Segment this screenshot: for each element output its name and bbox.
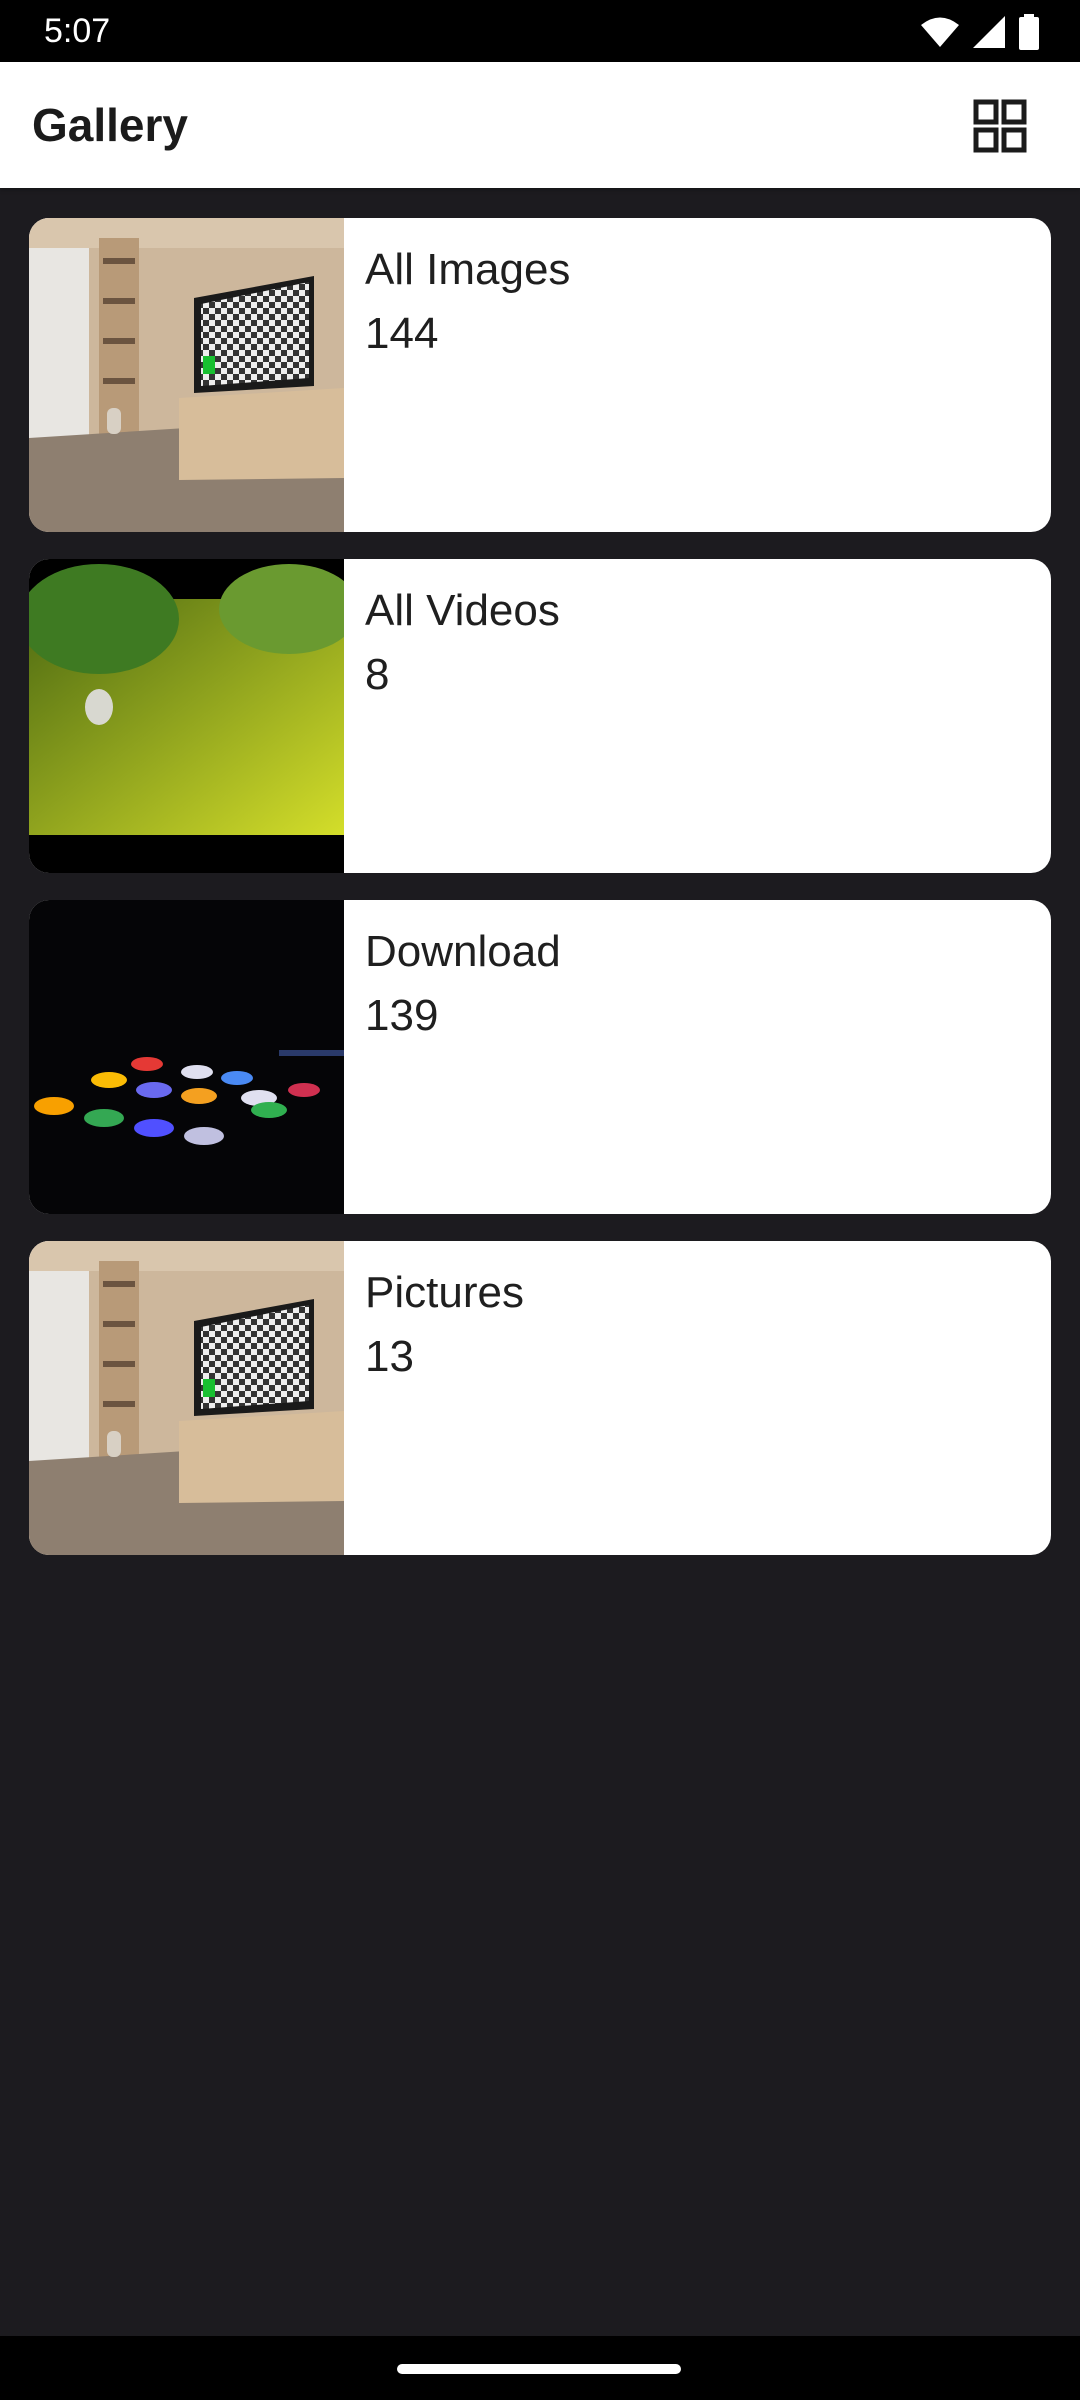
album-card-all-videos[interactable]: All Videos 8 (29, 559, 1051, 873)
status-time: 5:07 (44, 12, 111, 50)
grid-view-icon (973, 99, 1027, 153)
grid-view-button[interactable] (972, 98, 1028, 154)
album-card-pictures[interactable]: Pictures 13 (29, 1241, 1051, 1555)
wifi-icon (920, 16, 960, 53)
album-thumbnail (29, 1241, 344, 1555)
status-bar: 5:07 (0, 0, 1080, 62)
system-nav-bar (0, 2336, 1080, 2400)
album-count: 139 (365, 991, 439, 1040)
album-count: 8 (365, 650, 390, 699)
album-thumbnail (29, 900, 344, 1214)
page-title: Gallery (32, 99, 188, 151)
album-count: 144 (365, 309, 439, 358)
album-name: Download (365, 927, 561, 976)
album-thumbnail (29, 218, 344, 532)
album-thumbnail (29, 559, 344, 873)
cellular-signal-icon (972, 15, 1006, 54)
app-bar: Gallery (0, 62, 1080, 188)
album-card-download[interactable]: Download 139 (29, 900, 1051, 1214)
album-name: Pictures (365, 1268, 524, 1317)
home-gesture-handle[interactable] (397, 2364, 681, 2374)
album-count: 13 (365, 1332, 414, 1381)
album-list: All Images 144 All Videos 8 Download 139… (29, 218, 1051, 1582)
battery-icon (1018, 14, 1040, 55)
status-icons (920, 14, 1040, 55)
album-name: All Videos (365, 586, 560, 635)
album-name: All Images (365, 245, 571, 294)
album-card-all-images[interactable]: All Images 144 (29, 218, 1051, 532)
